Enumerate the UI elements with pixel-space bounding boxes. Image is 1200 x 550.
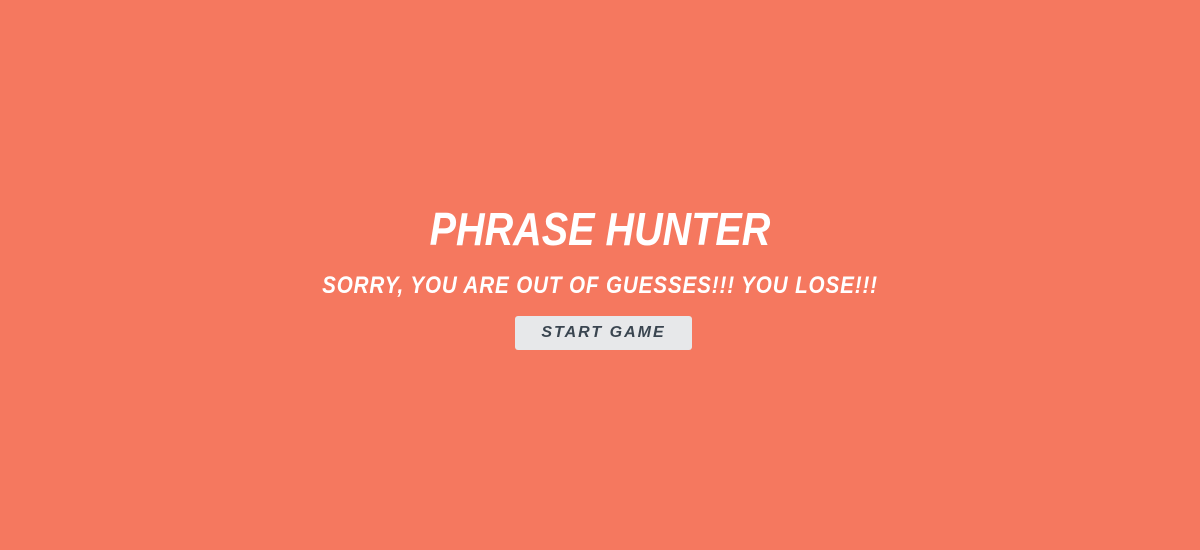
- game-title: Phrase Hunter: [429, 203, 771, 255]
- game-overlay: Phrase Hunter Sorry, you are out of gues…: [0, 0, 1200, 550]
- start-game-button[interactable]: Start Game: [515, 316, 692, 350]
- game-over-message: Sorry, you are out of guesses!!! You los…: [322, 272, 878, 299]
